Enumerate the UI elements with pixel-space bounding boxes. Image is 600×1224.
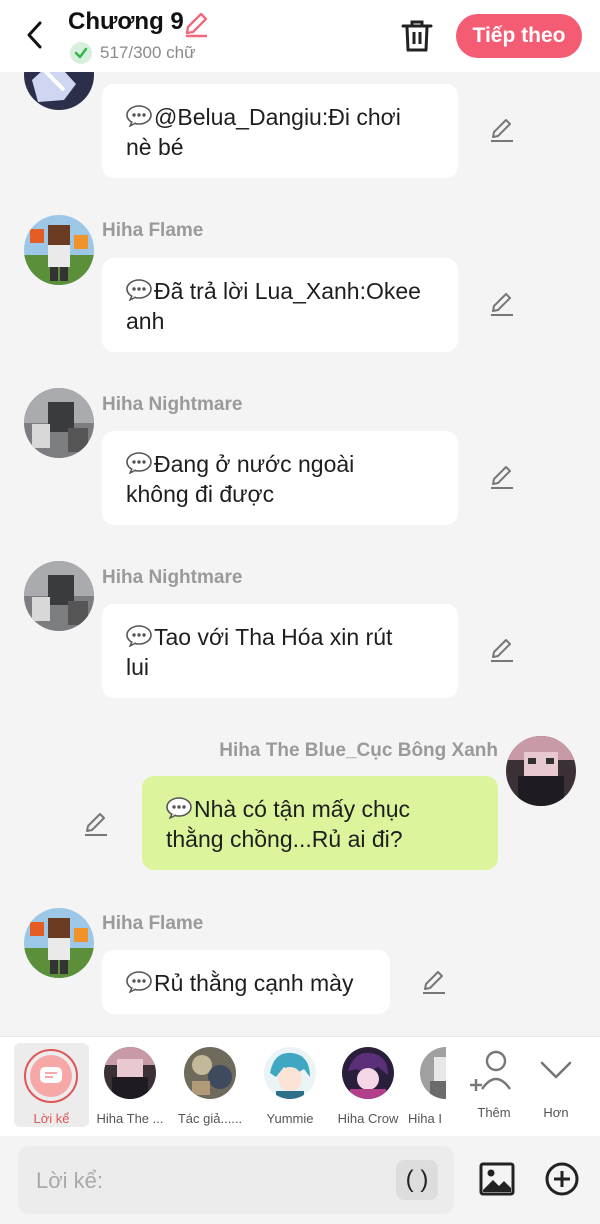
speech-bubble-icon <box>126 279 152 301</box>
chapter-title[interactable]: Chương 9 <box>68 8 184 36</box>
add-character-label: Thêm <box>477 1105 511 1120</box>
sender-name: Hiha Flame <box>102 913 204 934</box>
message-bubble-own[interactable]: Nhà có tận mấy chục thằng chồng...Rủ ai … <box>142 776 498 870</box>
character-label: Hiha Crow <box>337 1111 399 1126</box>
chevron-left-icon <box>27 21 42 49</box>
message-line: lui <box>126 654 150 680</box>
message-bubble[interactable]: Rủ thằng cạnh mày <box>102 950 390 1014</box>
pencil-icon <box>491 293 513 316</box>
sender-name: Hiha Nightmare <box>102 394 243 415</box>
plus-circle-icon <box>545 1162 579 1196</box>
avatar[interactable] <box>24 388 94 458</box>
character-avatar <box>342 1047 394 1099</box>
next-button[interactable]: Tiếp theo <box>456 14 582 58</box>
chat-area[interactable]: @Belua_Dangiu:Đi chơi nè bé Hiha Flame Đ… <box>0 72 600 1036</box>
pencil-icon <box>491 466 513 489</box>
message-bubble[interactable]: @Belua_Dangiu:Đi chơi nè bé <box>102 84 458 178</box>
speech-bubble-icon <box>126 452 152 474</box>
avatar[interactable] <box>506 736 576 806</box>
character-avatar <box>184 1047 236 1099</box>
trash-icon <box>401 20 433 52</box>
add-character-button[interactable]: Thêm <box>464 1047 524 1127</box>
delete-button[interactable] <box>400 18 434 54</box>
image-icon <box>479 1162 515 1196</box>
character-item[interactable]: Tác giả...... <box>172 1043 248 1129</box>
speech-bubble-icon <box>126 105 152 127</box>
avatar[interactable] <box>24 561 94 631</box>
message-line: @Belua_Dangiu:Đi chơi <box>126 102 434 132</box>
composer: Lời kể: ( ) <box>0 1136 600 1224</box>
speech-bubble-icon <box>126 625 152 647</box>
parentheses-button[interactable]: ( ) <box>396 1160 438 1200</box>
edit-message-button[interactable] <box>420 968 448 996</box>
character-item[interactable]: Yummie <box>252 1043 328 1129</box>
character-narration[interactable]: Lời kể <box>14 1043 89 1127</box>
character-avatar <box>264 1047 316 1099</box>
check-circle-icon <box>70 42 92 64</box>
edit-title-button[interactable] <box>182 10 210 38</box>
character-label: Hiha I <box>408 1111 442 1126</box>
message-bubble[interactable]: Đang ở nước ngoài không đi được <box>102 431 458 525</box>
add-user-icon <box>470 1050 511 1091</box>
character-label: Yummie <box>266 1111 314 1126</box>
insert-image-button[interactable] <box>478 1160 516 1198</box>
sender-name: Hiha Flame <box>102 220 204 241</box>
chat-icon <box>40 1067 62 1083</box>
avatar[interactable] <box>24 72 94 110</box>
edit-message-button[interactable] <box>488 290 516 318</box>
pencil-icon <box>491 119 513 142</box>
word-count-text: 517/300 chữ <box>100 43 196 62</box>
message-line: nè bé <box>126 134 184 160</box>
pencil-icon <box>491 639 513 662</box>
word-count: 517/300 chữ <box>70 42 196 64</box>
input-placeholder: Lời kể: <box>36 1168 104 1193</box>
character-bar: Lời kể Hiha The ... Tác giả...... Yummie… <box>0 1036 600 1136</box>
character-avatar <box>104 1047 156 1099</box>
sender-name: Hiha The Blue_Cục Bông Xanh <box>219 740 498 761</box>
character-item[interactable]: Hiha Crow <box>330 1043 406 1129</box>
pencil-icon <box>423 971 445 994</box>
more-label: Hơn <box>543 1105 569 1120</box>
message-input[interactable]: Lời kể: ( ) <box>18 1146 454 1214</box>
message-bubble[interactable]: Đã trả lời Lua_Xanh:Okee anh <box>102 258 458 352</box>
pencil-icon <box>85 813 107 836</box>
character-label: Hiha The ... <box>96 1111 164 1126</box>
character-avatar <box>420 1047 446 1099</box>
pencil-icon <box>185 12 208 38</box>
character-label: Lời kể <box>33 1111 70 1126</box>
message-line: Nhà có tận mấy chục <box>166 794 474 824</box>
message-line: Tao với Tha Hóa xin rút <box>126 622 434 652</box>
speech-bubble-icon <box>166 797 192 819</box>
edit-message-button[interactable] <box>82 810 110 838</box>
message-line: Đang ở nước ngoài <box>126 449 434 479</box>
message-line: Rủ thằng cạnh mày <box>126 968 366 998</box>
narration-avatar <box>24 1049 78 1103</box>
message-line: anh <box>126 308 165 334</box>
edit-message-button[interactable] <box>488 636 516 664</box>
character-item[interactable]: Hiha The ... <box>92 1043 168 1129</box>
message-line: Đã trả lời Lua_Xanh:Okee <box>126 276 434 306</box>
top-bar: Chương 9 517/300 chữ Tiếp theo <box>0 0 600 72</box>
character-item[interactable]: Hiha I <box>408 1043 446 1129</box>
message-line: không đi được <box>126 481 275 507</box>
avatar[interactable] <box>24 908 94 978</box>
speech-bubble-icon <box>126 971 152 993</box>
back-button[interactable] <box>18 18 52 52</box>
sender-name: Hiha Nightmare <box>102 567 243 588</box>
more-button[interactable]: Hơn <box>526 1047 586 1127</box>
avatar[interactable] <box>24 215 94 285</box>
edit-message-button[interactable] <box>488 463 516 491</box>
add-button[interactable] <box>543 1160 581 1198</box>
chevron-down-icon <box>540 1061 572 1079</box>
message-line: thằng chồng...Rủ ai đi? <box>166 826 403 852</box>
character-label: Tác giả...... <box>177 1111 243 1126</box>
edit-message-button[interactable] <box>488 116 516 144</box>
message-bubble[interactable]: Tao với Tha Hóa xin rút lui <box>102 604 458 698</box>
